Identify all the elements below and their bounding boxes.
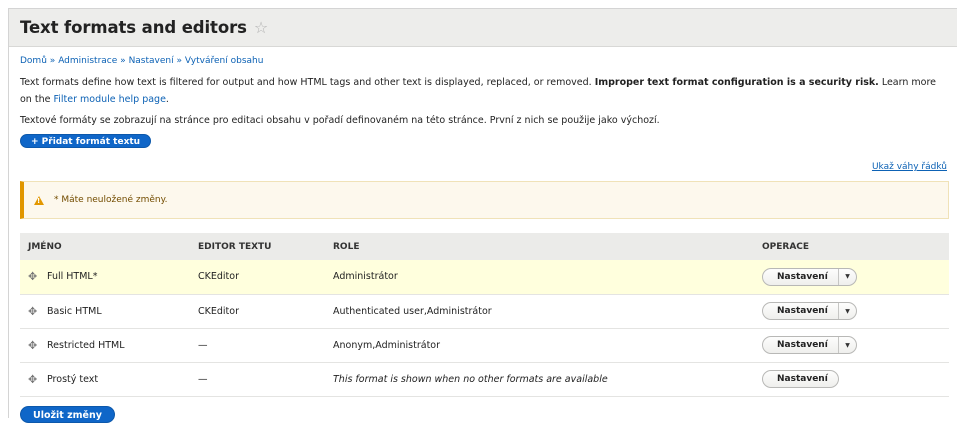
breadcrumb-home[interactable]: Domů (20, 56, 47, 66)
format-roles: Anonym,Administrátor (333, 339, 441, 351)
help-text-intro: Text formats define how text is filtered… (20, 77, 595, 88)
configure-button[interactable]: Nastavení (763, 303, 838, 319)
operations-dropbutton: Nastavení ▼ (762, 267, 857, 286)
breadcrumb-separator: » (49, 56, 56, 66)
help-text-warning: Improper text format configuration is a … (594, 77, 879, 88)
table-row: ✥ Prostý text — This format is shown when… (20, 362, 949, 396)
chevron-down-icon[interactable]: ▼ (838, 268, 856, 285)
breadcrumb-nastaveni[interactable]: Nastavení (129, 56, 174, 66)
column-header-editor: Editor textu (198, 241, 272, 252)
add-text-format-button[interactable]: + Přidat formát textu (20, 134, 152, 148)
breadcrumb-administrace[interactable]: Administrace (58, 56, 117, 66)
help-text: Text formats define how text is filtered… (20, 74, 947, 108)
configure-button[interactable]: Nastavení (763, 269, 838, 285)
breadcrumb-separator: » (176, 56, 183, 66)
configure-button[interactable]: Nastavení (763, 337, 838, 353)
operations-dropbutton: Nastavení ▼ (762, 336, 857, 354)
configure-button[interactable]: Nastavení (763, 371, 838, 387)
format-roles: Authenticated user,Administrátor (333, 305, 492, 317)
format-editor: — (198, 339, 208, 351)
drag-handle-icon[interactable]: ✥ (28, 270, 39, 283)
operations-dropbutton: Nastavení (762, 370, 839, 388)
order-note: Textové formáty se zobrazují na stránce … (20, 115, 660, 126)
star-outline-icon[interactable]: ☆ (254, 19, 268, 36)
format-roles: Administrátor (333, 271, 398, 283)
chevron-down-icon[interactable]: ▼ (838, 337, 856, 353)
breadcrumb-vytvareni-obsahu[interactable]: Vytváření obsahu (185, 56, 264, 66)
column-header-operations: Operace (762, 241, 810, 252)
breadcrumb-separator: » (120, 56, 126, 66)
warning-triangle-icon (34, 195, 44, 205)
save-changes-button[interactable]: Uložit změny (20, 406, 115, 423)
format-editor: CKEditor (198, 271, 239, 283)
drag-handle-icon[interactable]: ✥ (28, 339, 39, 352)
operations-dropbutton: Nastavení ▼ (762, 302, 857, 320)
format-name: Full HTML* (47, 271, 98, 283)
format-editor: — (198, 373, 208, 385)
breadcrumb: Domů » Administrace » Nastavení » Vytvář… (20, 56, 947, 70)
text-formats-table: Jméno Editor textu Role Operace ✥ Full HT… (20, 233, 949, 397)
chevron-down-icon[interactable]: ▼ (838, 303, 856, 319)
format-name: Prostý text (47, 373, 99, 385)
unsaved-changes-warning: * Máte neuložené změny. (20, 181, 949, 219)
warning-text: * Máte neuložené změny. (54, 195, 168, 205)
table-row: ✥ Restricted HTML — Anonym,Administrátor … (20, 328, 949, 362)
table-row: ✥ Basic HTML CKEditor Authenticated user,… (20, 294, 949, 328)
format-name: Basic HTML (47, 305, 102, 317)
format-editor: CKEditor (198, 305, 239, 317)
drag-handle-icon[interactable]: ✥ (28, 305, 39, 318)
page-header: Text formats and editors ☆ (9, 9, 957, 47)
help-text-end: . (165, 94, 169, 105)
page-frame: Text formats and editors ☆ Domů » Admini… (8, 8, 957, 423)
show-row-weights-link[interactable]: Ukaž váhy řádků (872, 162, 947, 172)
filter-help-link[interactable]: Filter module help page (53, 94, 165, 105)
table-header-row: Jméno Editor textu Role Operace (20, 233, 949, 260)
table-row: ✥ Full HTML* CKEditor Administrátor Nasta… (20, 260, 949, 294)
format-roles: This format is shown when no other forma… (333, 373, 608, 385)
column-header-name: Jméno (28, 241, 62, 252)
page-title: Text formats and editors (20, 18, 247, 37)
drag-handle-icon[interactable]: ✥ (28, 373, 39, 386)
column-header-roles: Role (333, 241, 360, 252)
format-name: Restricted HTML (47, 339, 125, 351)
